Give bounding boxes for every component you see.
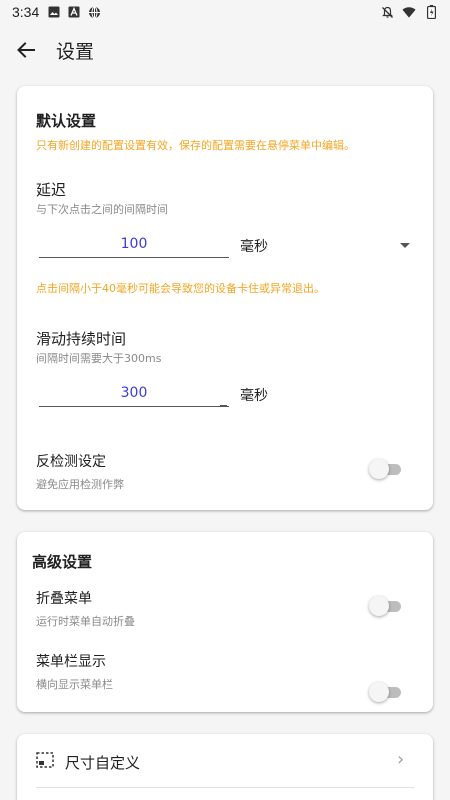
arrow-back-icon [17, 42, 35, 58]
chevron-right-icon: › [397, 749, 405, 770]
menu-bar-display-desc: 横向显示菜单栏 [36, 678, 113, 691]
anti-detection-toggle[interactable] [369, 458, 403, 480]
advanced-settings-card: 高级设置 折叠菜单 运行时菜单自动折叠 菜单栏显示 横向显示菜单栏 [17, 532, 433, 712]
divider [36, 787, 414, 788]
text-icon [67, 5, 81, 19]
swipe-duration-input[interactable] [39, 379, 229, 407]
back-button[interactable] [0, 24, 52, 76]
crop-free-icon [36, 752, 54, 772]
fold-menu-desc: 运行时菜单自动折叠 [36, 615, 135, 628]
delay-warning: 点击间隔小于40毫秒可能会导致您的设备卡住或异常退出。 [36, 282, 325, 295]
status-bar: 3:34 [0, 0, 450, 24]
default-settings-card: 默认设置 只有新创建的配置设置有效，保存的配置需要在悬停菜单中编辑。 延迟 与下… [17, 86, 433, 510]
custom-size-row[interactable]: 尺寸自定义 › [17, 734, 433, 788]
delay-title: 延迟 [36, 181, 67, 199]
fold-menu-toggle[interactable] [369, 595, 403, 617]
status-right-group [372, 5, 438, 19]
delay-input[interactable] [39, 230, 229, 258]
toggle-thumb [369, 682, 389, 702]
menu-bar-display-title: 菜单栏显示 [36, 654, 106, 670]
fold-menu-title: 折叠菜单 [36, 591, 92, 607]
notifications-off-icon [380, 5, 394, 19]
delay-unit-select[interactable]: 毫秒 [240, 236, 268, 256]
custom-size-card: 尺寸自定义 › [17, 734, 433, 800]
image-icon [47, 5, 61, 19]
swipe-duration-desc: 间隔时间需要大于300ms [36, 352, 162, 365]
battery-icon [424, 5, 438, 19]
input-underline-tail [220, 405, 227, 406]
default-settings-title: 默认设置 [36, 112, 97, 130]
advanced-settings-title: 高级设置 [32, 553, 93, 571]
default-settings-note: 只有新创建的配置设置有效，保存的配置需要在悬停菜单中编辑。 [36, 139, 355, 152]
globe-icon [87, 5, 101, 19]
menu-bar-display-toggle[interactable] [369, 681, 403, 703]
anti-detection-title: 反检测设定 [36, 454, 106, 470]
app-bar: 设置 [0, 24, 450, 76]
page-title: 设置 [56, 40, 95, 63]
delay-desc: 与下次点击之间的间隔时间 [36, 203, 168, 216]
chevron-down-icon[interactable] [400, 243, 410, 248]
custom-size-label: 尺寸自定义 [65, 754, 141, 772]
toggle-thumb [369, 596, 389, 616]
anti-detection-desc: 避免应用检测作弊 [36, 478, 124, 491]
swipe-duration-unit: 毫秒 [240, 388, 268, 404]
toggle-thumb [369, 459, 389, 479]
status-time: 3:34 [12, 4, 40, 20]
swipe-duration-title: 滑动持续时间 [36, 330, 127, 348]
wifi-icon [402, 5, 416, 19]
